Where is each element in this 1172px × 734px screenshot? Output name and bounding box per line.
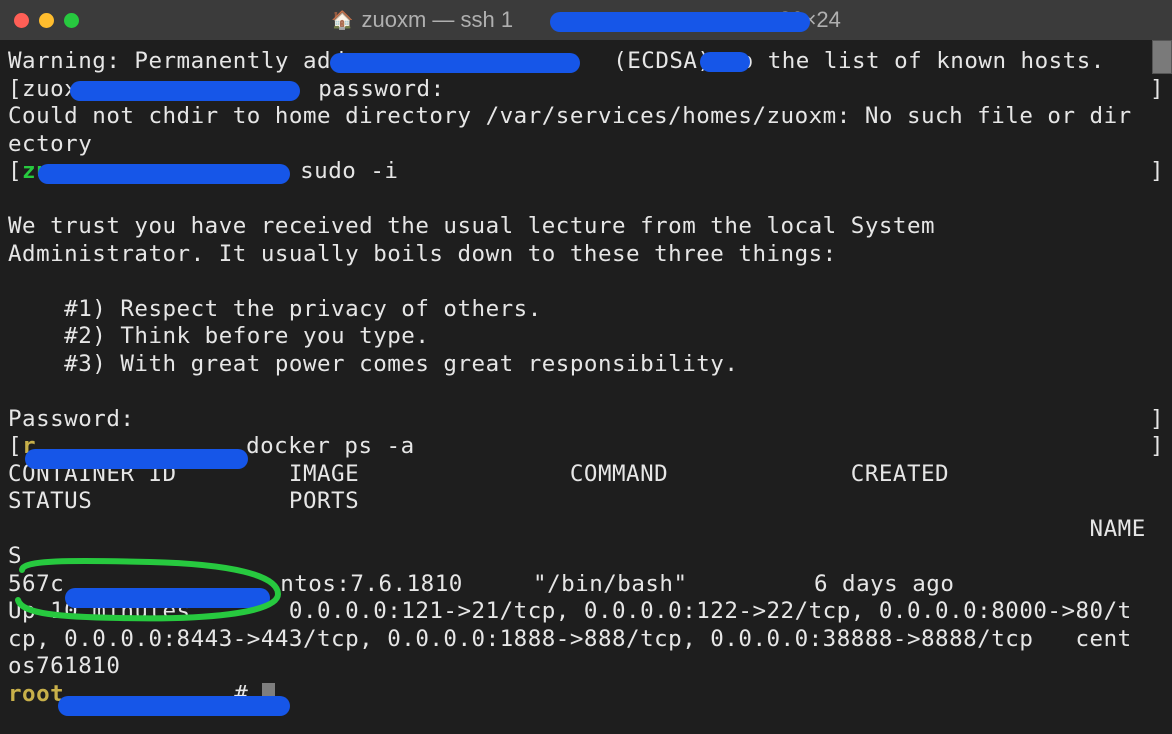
- line: ]: [1150, 76, 1164, 104]
- line: 567c: [8, 571, 64, 597]
- line: S: [8, 543, 22, 569]
- line: ]: [1150, 158, 1164, 186]
- line: We trust you have received the usual lec…: [8, 213, 935, 239]
- title-text-suffix: 80×24: [779, 7, 841, 33]
- title-text-prefix: zuoxm — ssh 1: [362, 7, 514, 33]
- traffic-lights: [14, 13, 79, 28]
- line: STATUS PORTS: [8, 488, 1146, 514]
- line: (ECDSA) to the list of known hosts.: [599, 48, 1105, 74]
- line: password:: [318, 76, 444, 102]
- cursor: [262, 683, 275, 705]
- scrollbar-thumb[interactable]: [1152, 40, 1172, 74]
- line: Administrator. It usually boils down to …: [8, 241, 837, 267]
- line: Password:: [8, 406, 134, 432]
- line: os761810: [8, 653, 120, 679]
- line: sudo -i: [300, 158, 398, 184]
- line: cp, 0.0.0.0:8443->443/tcp, 0.0.0.0:1888-…: [8, 626, 1132, 652]
- line: #: [234, 681, 248, 707]
- close-button[interactable]: [14, 13, 29, 28]
- line: [: [8, 158, 22, 184]
- prompt-user: zu: [22, 158, 50, 184]
- line: ntos:7.6.1810 "/bin/bash" 6 days ago: [280, 571, 1095, 597]
- line: docker ps -a: [246, 433, 415, 459]
- line: Warning: Permanently adde: [8, 48, 359, 74]
- minimize-button[interactable]: [39, 13, 54, 28]
- line: [zuox: [8, 76, 78, 102]
- line: #3) With great power comes great respons…: [8, 351, 738, 377]
- line: ectory: [8, 131, 92, 157]
- terminal-output[interactable]: Warning: Permanently adde (ECDSA) to the…: [0, 40, 1172, 734]
- line: [: [8, 433, 22, 459]
- line: Could not chdir to home directory /var/s…: [8, 103, 1132, 129]
- line: #2) Think before you type.: [8, 323, 429, 349]
- prompt-user: r: [22, 433, 36, 459]
- prompt-user: root: [8, 681, 64, 707]
- titlebar: 🏠 zuoxm — ssh 1 80×24: [0, 0, 1172, 40]
- maximize-button[interactable]: [64, 13, 79, 28]
- line: NAME: [8, 516, 1146, 542]
- terminal-window: 🏠 zuoxm — ssh 1 80×24 Warning: Permanent…: [0, 0, 1172, 734]
- line: CONTAINER ID IMAGE COMMAND CREATED: [8, 461, 1132, 487]
- line: Up 10 minutes 0.0.0.0:121->21/tcp, 0.0.0…: [8, 598, 1132, 624]
- line: ]: [1150, 406, 1164, 434]
- home-icon: 🏠: [331, 10, 353, 31]
- line: #1) Respect the privacy of others.: [8, 296, 542, 322]
- window-title: 🏠 zuoxm — ssh 1 80×24: [0, 7, 1172, 33]
- line: ]: [1150, 433, 1164, 461]
